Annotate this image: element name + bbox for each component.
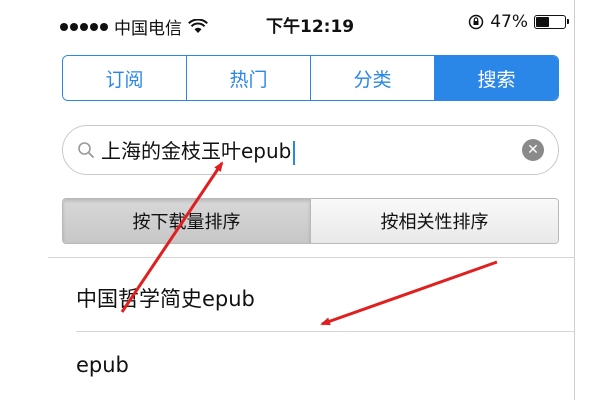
tab-popular[interactable]: 热门 — [187, 56, 311, 100]
tab-category[interactable]: 分类 — [311, 56, 435, 100]
list-item[interactable]: epub — [76, 353, 129, 377]
divider — [76, 331, 574, 332]
carrier-label: 中国电信 — [114, 19, 182, 39]
signal-icon — [60, 22, 108, 31]
search-value: 上海的金枝玉叶epub — [101, 139, 292, 164]
clear-icon[interactable]: ✕ — [522, 139, 544, 161]
search-icon — [78, 142, 94, 158]
text-caret — [293, 140, 296, 165]
top-tabs: 订阅 热门 分类 搜索 — [62, 55, 559, 101]
battery-fill — [536, 17, 549, 27]
wifi-icon — [188, 19, 208, 33]
search-input[interactable]: 上海的金枝玉叶epub — [101, 135, 296, 165]
sort-by-downloads-button[interactable]: 按下载量排序 — [63, 199, 311, 243]
tab-search[interactable]: 搜索 — [435, 56, 558, 100]
sort-by-relevance-button[interactable]: 按相关性排序 — [311, 199, 558, 243]
search-field[interactable]: 上海的金枝玉叶epub ✕ — [62, 125, 559, 175]
status-left: 中国电信 — [60, 14, 208, 39]
status-right: 47% — [468, 12, 569, 32]
divider — [48, 257, 574, 258]
status-bar: 中国电信 下午12:19 47% — [48, 0, 574, 44]
battery-icon — [534, 15, 569, 29]
sort-segmented-control: 按下载量排序 按相关性排序 — [62, 198, 559, 244]
rotation-lock-icon — [468, 14, 484, 30]
battery-percent: 47% — [490, 12, 528, 32]
tab-subscribe[interactable]: 订阅 — [63, 56, 187, 100]
phone-screen: 中国电信 下午12:19 47% 订阅 热门 分类 搜索 上海的金枝玉叶epub… — [48, 0, 575, 400]
list-item[interactable]: 中国哲学简史epub — [76, 283, 255, 313]
status-time: 下午12:19 — [266, 17, 355, 37]
